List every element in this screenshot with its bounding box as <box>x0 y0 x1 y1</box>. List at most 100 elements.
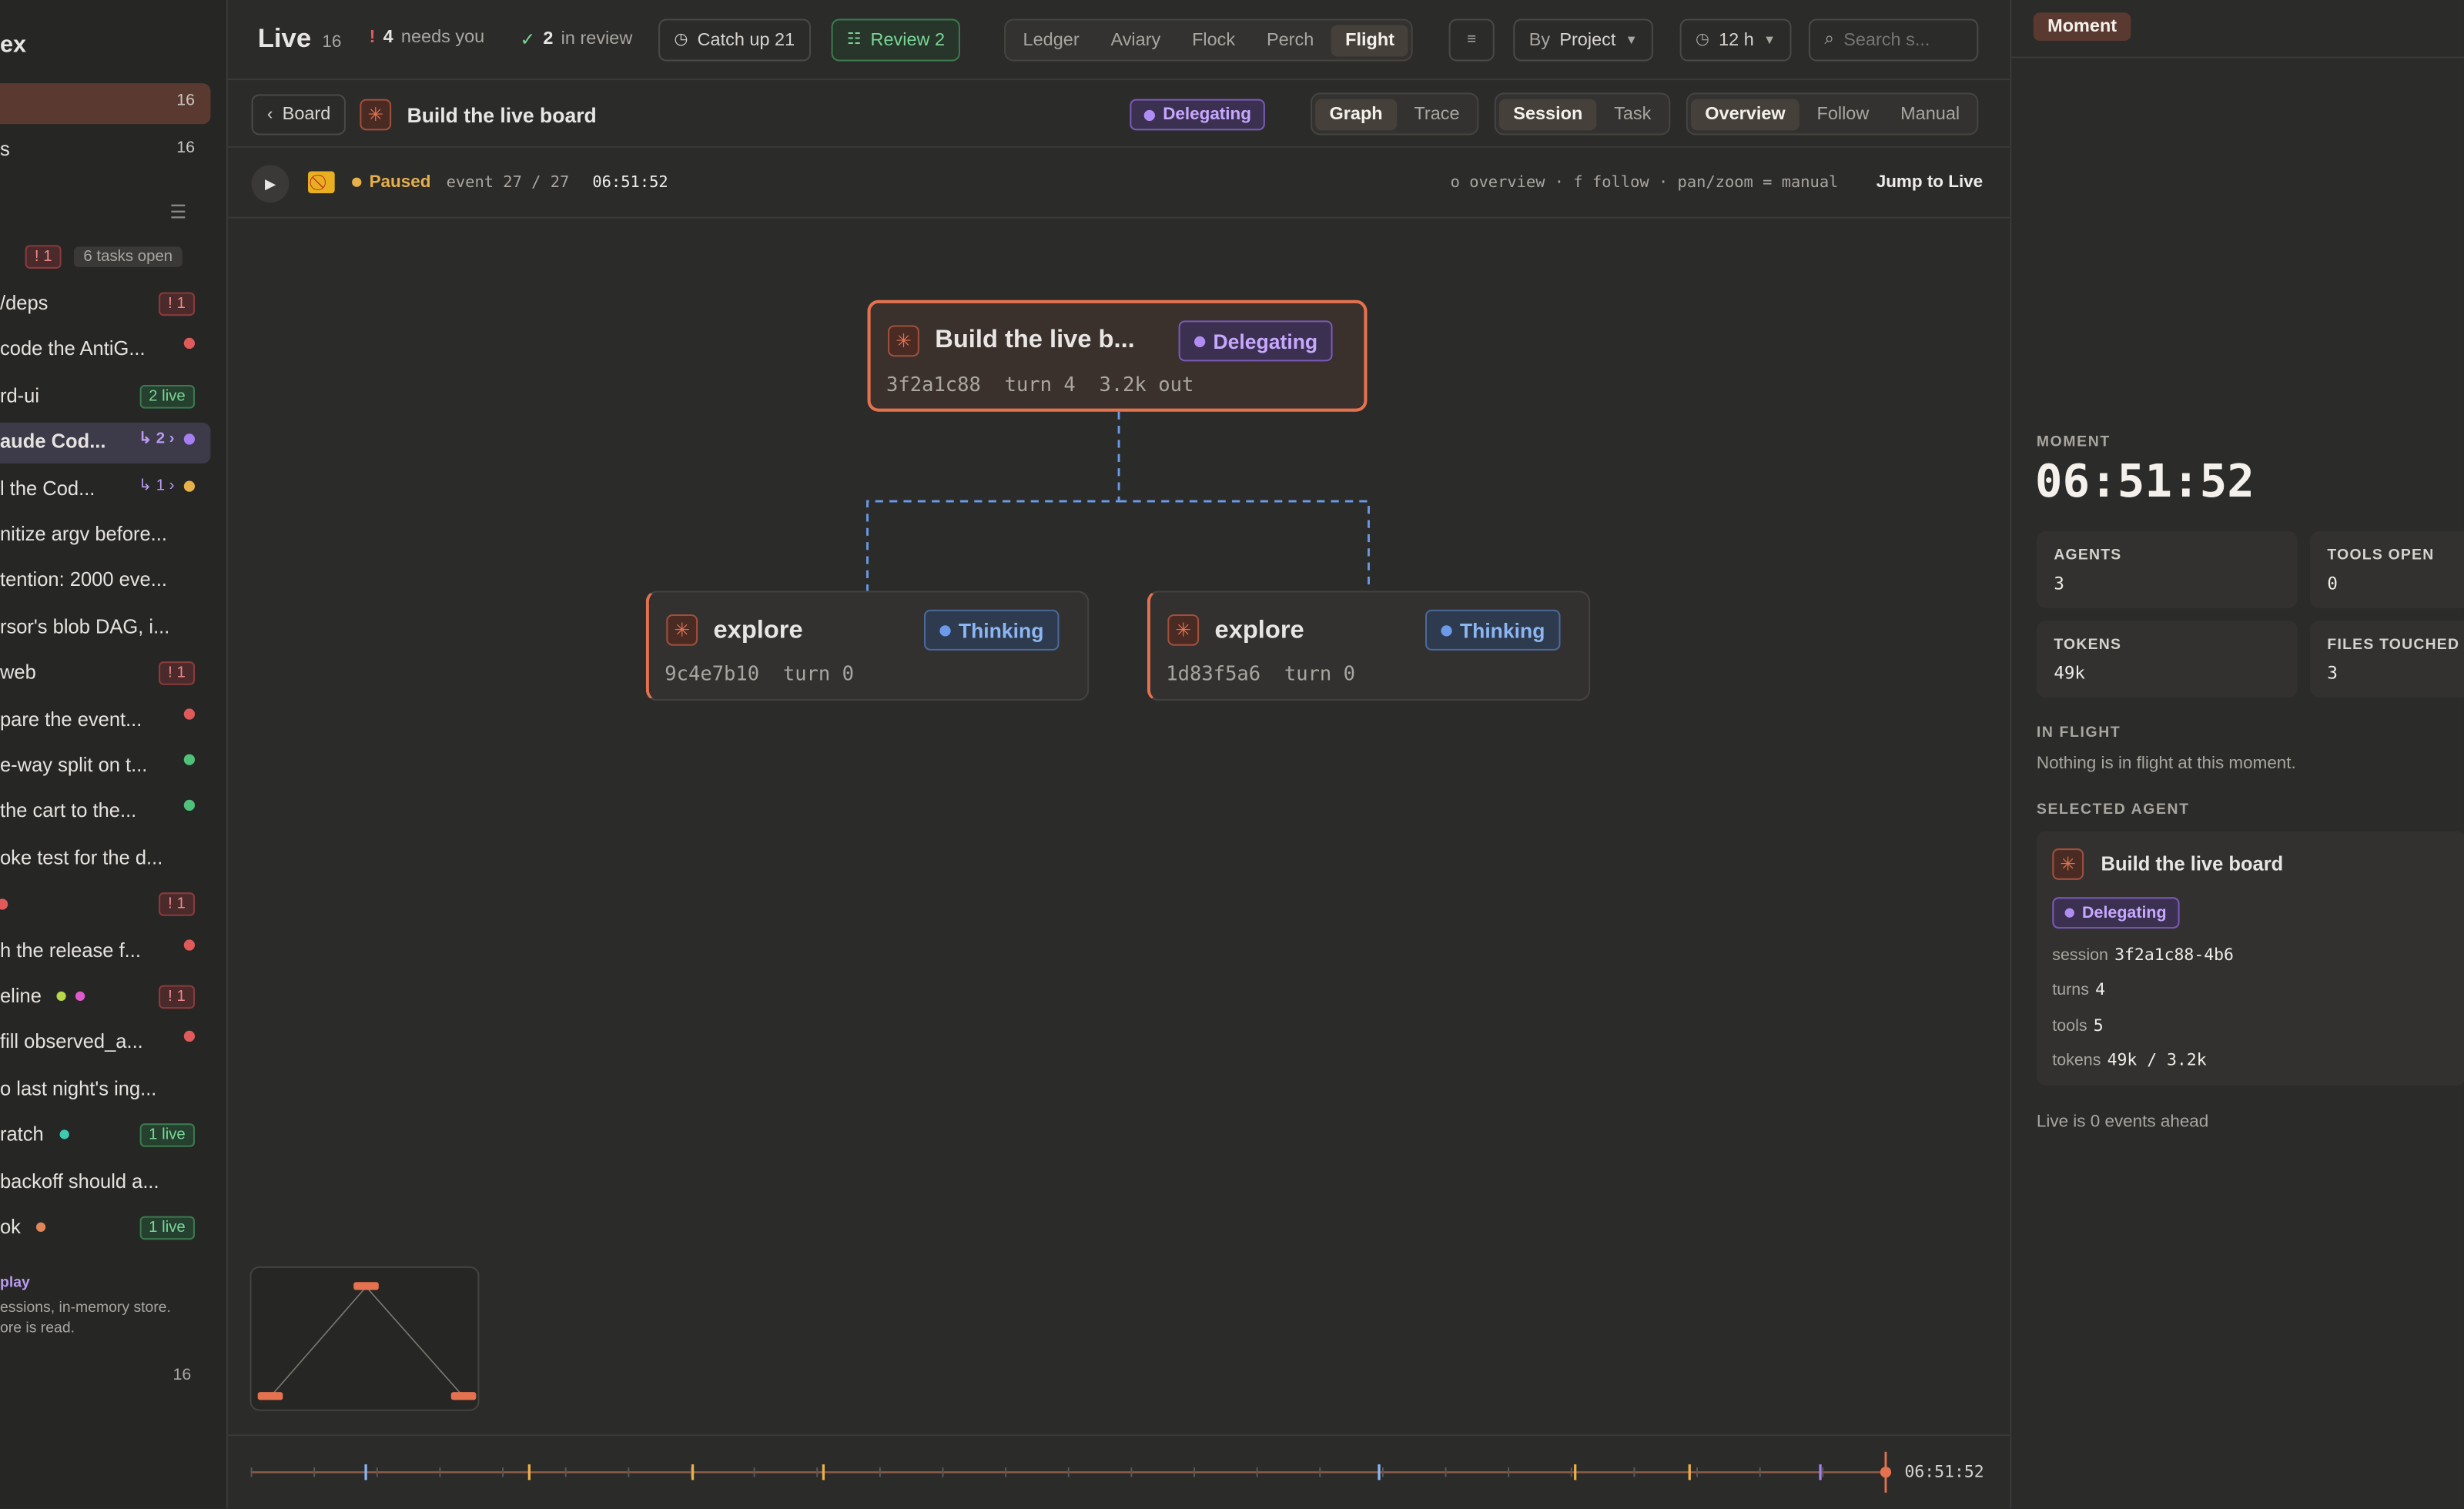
status-dot <box>2064 908 2074 918</box>
search-input[interactable] <box>1843 30 1964 50</box>
sidebar-item-all[interactable]: 16 <box>0 83 211 125</box>
stat-value: 0 <box>2327 573 2338 594</box>
graph-node-child[interactable]: ✳ explore Thinking 9c4e7b10 turn 0 <box>645 591 1090 701</box>
in-flight-text: Nothing is in flight at this moment. <box>2036 754 2296 774</box>
selected-agent-label: SELECTED AGENT <box>2036 801 2190 819</box>
mode-task[interactable]: Task <box>1600 99 1666 130</box>
status-dot <box>183 800 196 811</box>
status-badge: ! 1 <box>158 661 196 686</box>
sidebar-item-label: code the AntiG... <box>0 338 146 361</box>
sidebar-item[interactable]: oke test for the d... <box>0 838 210 879</box>
sidebar-item-label: web <box>0 661 36 684</box>
back-to-board-button[interactable]: ‹ Board <box>251 94 346 136</box>
time-range-value: 12 h <box>1719 30 1754 50</box>
status-dot <box>36 1222 46 1232</box>
status-dot <box>1194 335 1206 346</box>
status-dot <box>183 754 196 765</box>
view-tab-aviary[interactable]: Aviary <box>1096 25 1175 56</box>
graph-trace-toggle: Graph Trace <box>1311 92 1479 136</box>
sidebar-item[interactable]: tention: 2000 eve... <box>0 561 210 602</box>
sidebar-item[interactable]: rd-ui 2 live <box>0 376 210 417</box>
view-tab-flight[interactable]: Flight <box>1331 24 1409 56</box>
moment-time: 06:51:52 <box>2034 453 2255 508</box>
status-dot <box>1143 109 1155 121</box>
stat-value: 3 <box>2327 663 2338 684</box>
sidebar-item[interactable]: o last night's ing... <box>0 1069 210 1110</box>
status-label: Delegating <box>2082 903 2167 922</box>
field-key: tokens <box>2052 1051 2101 1070</box>
playhead-handle[interactable] <box>1880 1467 1892 1478</box>
sidebar-item-label: backoff should a... <box>0 1169 159 1193</box>
sidebar-item[interactable]: /deps ! 1 <box>0 284 210 325</box>
search-box[interactable]: ⌕ <box>1808 18 1979 62</box>
sidebar-item[interactable]: web ! 1 <box>0 654 210 694</box>
agent-icon: ✳ <box>1167 614 1200 646</box>
sidebar-item-label: nitize argv before... <box>0 523 167 546</box>
status-dot <box>183 1031 196 1042</box>
keyboard-hint: o overview · f follow · pan/zoom = manua… <box>1450 174 1839 192</box>
jump-to-live-button[interactable]: Jump to Live <box>1876 172 1983 191</box>
mode-follow[interactable]: Follow <box>1803 99 1883 130</box>
session-title: Build the live board <box>407 102 597 127</box>
sidebar-item[interactable]: rsor's blob DAG, i... <box>0 607 210 648</box>
sidebar-item[interactable]: eline ! 1 <box>0 977 210 1018</box>
sidebar-item[interactable]: ratch 1 live <box>0 1116 210 1156</box>
group-by-select[interactable]: By Project ▼ <box>1513 18 1654 62</box>
play-button[interactable]: ▶ <box>251 165 290 203</box>
view-switcher: Ledger Aviary Flock Perch Flight <box>1004 18 1414 62</box>
status-dot <box>939 624 951 636</box>
catch-up-button[interactable]: ◷ Catch up 21 <box>658 18 811 62</box>
timeline-time: 06:51:52 <box>1904 1462 1984 1482</box>
session-task-toggle: Session Task <box>1494 92 1670 136</box>
sidebar-item[interactable]: the cart to the... <box>0 792 210 833</box>
sidebar-item[interactable]: ok 1 live <box>0 1208 210 1249</box>
live-ahead-text: Live is 0 events ahead <box>2036 1112 2209 1132</box>
status-badge: 1 live <box>139 1216 196 1240</box>
status-badge: ! 1 <box>158 292 196 316</box>
in-review-indicator[interactable]: ✓ 2 in review <box>521 28 633 51</box>
sidebar-item[interactable]: l the Cod... ↳ 1 › <box>0 469 210 510</box>
graph-node-child[interactable]: ✳ explore Thinking 1d83f5a6 turn 0 <box>1147 591 1591 701</box>
timeline-scrubber[interactable]: 06:51:52 <box>227 1434 2010 1508</box>
view-tab-perch[interactable]: Perch <box>1253 25 1328 56</box>
minimap[interactable] <box>249 1266 480 1411</box>
graph-canvas[interactable]: ✳ Build the live b... Delegating 3f2a1c8… <box>228 219 2010 1435</box>
chevron-down-icon: ▼ <box>1763 32 1776 48</box>
sidebar-item-sessions[interactable]: s 16 <box>0 130 210 171</box>
filter-lines-icon[interactable]: ☰ <box>169 201 186 223</box>
sidebar-item[interactable]: e-way split on t... <box>0 746 210 787</box>
sidebar-item[interactable]: fill observed_a... <box>0 1023 210 1064</box>
graph-node-root[interactable]: ✳ Build the live b... Delegating 3f2a1c8… <box>867 299 1368 412</box>
status-badge: 1 live <box>139 1123 196 1148</box>
mode-session[interactable]: Session <box>1498 98 1597 130</box>
view-tab-ledger[interactable]: Ledger <box>1009 25 1093 56</box>
tab-moment[interactable]: Moment <box>2033 12 2131 42</box>
filter-button[interactable]: ≡ <box>1448 18 1495 62</box>
sidebar-item[interactable]: nitize argv before... <box>0 515 210 556</box>
sidebar-item[interactable]: ! 1 <box>0 885 210 925</box>
mode-overview[interactable]: Overview <box>1690 98 1800 130</box>
session-toolbar: ‹ Board ✳ Build the live board Delegatin… <box>227 80 2010 148</box>
mode-graph[interactable]: Graph <box>1315 98 1398 130</box>
field-key: tools <box>2052 1016 2087 1036</box>
stat-key: TOOLS OPEN <box>2327 547 2435 564</box>
field-value: 49k / 3.2k <box>2107 1051 2207 1070</box>
stat-value: 3 <box>2054 573 2064 594</box>
mode-trace[interactable]: Trace <box>1400 99 1474 130</box>
catch-up-label: Catch up 21 <box>697 30 795 50</box>
status-dot <box>1441 624 1452 636</box>
needs-you-indicator[interactable]: ! 4 needs you <box>370 28 485 47</box>
time-range-select[interactable]: ◷ 12 h ▼ <box>1679 18 1792 62</box>
group-value: Project <box>1559 30 1616 50</box>
chevron-left-icon: ‹ <box>266 105 273 125</box>
view-tab-flock[interactable]: Flock <box>1178 25 1250 56</box>
sidebar-item[interactable]: aude Cod... ↳ 2 › <box>0 423 211 464</box>
sidebar-item[interactable]: code the AntiG... <box>0 330 210 371</box>
sidebar-item[interactable]: backoff should a... <box>0 1162 210 1203</box>
sidebar-item-label: fill observed_a... <box>0 1031 143 1054</box>
sidebar-item[interactable]: pare the event... <box>0 700 210 741</box>
review-button[interactable]: ☷ Review 2 <box>831 18 961 62</box>
sidebar-item[interactable]: h the release f... <box>0 931 210 972</box>
status-badge: 2 live <box>139 384 196 409</box>
mode-manual[interactable]: Manual <box>1886 99 1974 130</box>
